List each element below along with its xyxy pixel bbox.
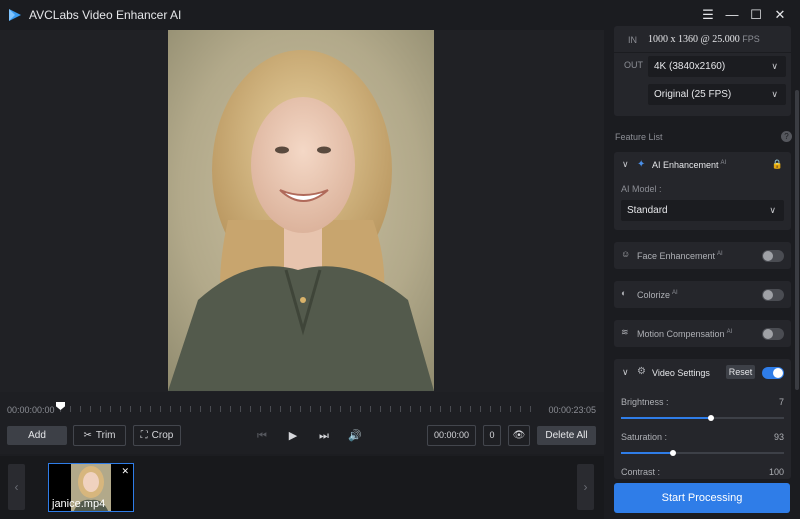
face-enhancement-label: Face Enhancement AI [637, 251, 723, 261]
motion-compensation-toggle[interactable] [762, 328, 784, 340]
ai-enhancement-label: AI Enhancement AI [652, 160, 727, 170]
volume-icon[interactable]: 🔊 [348, 429, 362, 443]
feature-list-label: Feature List [615, 132, 663, 142]
add-button[interactable]: Add [7, 426, 67, 445]
saturation-slider[interactable] [621, 450, 784, 456]
sparkle-icon: ✦ [637, 159, 646, 170]
clip-name: janice.mp4 [52, 498, 106, 510]
frame-counter[interactable]: 0 [483, 425, 501, 446]
collapse-icon[interactable]: ∨ [622, 367, 629, 378]
clip-thumbnail[interactable]: janice.mp4 ✕ [48, 463, 134, 512]
clip-strip: ‹ janice.mp4 ✕ › [0, 456, 604, 519]
app-title: AVCLabs Video Enhancer AI [29, 8, 182, 22]
trim-label: Trim [95, 430, 116, 441]
face-icon: ☺ [621, 249, 631, 259]
brightness-label: Brightness : [621, 397, 669, 407]
video-preview [0, 30, 604, 392]
timeline-ticks [60, 406, 540, 412]
maximize-icon[interactable]: ☐ [748, 7, 764, 23]
play-icon[interactable]: ▶ [286, 429, 300, 443]
colorize-card: ◐ Colorize AI [614, 281, 791, 308]
ai-model-label: AI Model : [621, 184, 662, 194]
scissors-icon: ✂ [83, 430, 92, 441]
saturation-slider-handle[interactable] [670, 450, 677, 456]
face-enhancement-card: ☺ Face Enhancement AI [614, 242, 791, 269]
saturation-label: Saturation : [621, 432, 668, 442]
clips-next-icon[interactable]: › [577, 464, 594, 510]
crop-icon: ⛶ [140, 430, 148, 441]
remove-clip-icon[interactable]: ✕ [121, 466, 129, 477]
input-resolution: 1000 x 1360 @ 25.000 FPS [648, 34, 760, 45]
minimize-icon[interactable]: — [724, 7, 740, 23]
clips-prev-icon[interactable]: ‹ [8, 464, 25, 510]
preview-frame [168, 30, 434, 391]
settings-panel: IN 1000 x 1360 @ 25.000 FPS OUT 4K (3840… [604, 26, 800, 519]
collapse-icon[interactable]: ∨ [622, 159, 629, 170]
lock-icon: 🔒 [771, 159, 783, 169]
app-logo-icon [9, 9, 21, 21]
motion-compensation-card: ≋ Motion Compensation AI [614, 320, 791, 347]
menu-icon[interactable]: ☰ [700, 7, 716, 23]
palette-icon: ◐ [621, 288, 627, 298]
colorize-label: Colorize AI [637, 290, 678, 300]
crop-button[interactable]: ⛶ Crop [133, 425, 181, 446]
contrast-label: Contrast : [621, 467, 661, 477]
skip-forward-icon[interactable]: ⏭ [317, 429, 331, 443]
video-settings-card: ∨ ⚙ Video Settings Reset Brightness : 7 … [614, 359, 791, 479]
colorize-toggle[interactable] [762, 289, 784, 301]
saturation-value: 93 [773, 432, 784, 442]
current-time: 00:00:00:00 [7, 405, 55, 415]
gear-icon: ⚙ [637, 366, 646, 377]
total-time: 00:00:23:05 [548, 405, 596, 415]
timeline[interactable]: 00:00:00:00 00:00:23:05 [0, 392, 604, 420]
motion-icon: ≋ [621, 327, 629, 337]
motion-compensation-label: Motion Compensation AI [637, 329, 733, 339]
time-input[interactable]: 00:00:00 [427, 425, 476, 446]
panel-scrollbar[interactable] [795, 90, 799, 390]
video-settings-label: Video Settings [652, 368, 710, 378]
brightness-slider-handle[interactable] [707, 415, 714, 421]
frame-rate-select[interactable]: Original (25 FPS) ∨ [648, 84, 786, 105]
input-tag: IN [628, 35, 637, 45]
skip-back-icon[interactable]: ⏮ [255, 429, 269, 443]
chevron-down-icon: ∨ [771, 89, 778, 99]
face-enhancement-toggle[interactable] [762, 250, 784, 262]
brightness-value: 7 [778, 397, 784, 407]
close-icon[interactable]: ✕ [772, 7, 788, 23]
io-card: IN 1000 x 1360 @ 25.000 FPS OUT 4K (3840… [614, 26, 791, 116]
trim-button[interactable]: ✂ Trim [73, 425, 126, 446]
contrast-value: 100 [768, 467, 784, 477]
chevron-down-icon: ∨ [771, 61, 778, 71]
crop-label: Crop [151, 430, 174, 441]
reset-button[interactable]: Reset [726, 365, 755, 379]
output-resolution-select[interactable]: 4K (3840x2160) ∨ [648, 56, 786, 77]
chevron-down-icon: ∨ [769, 205, 776, 215]
ai-model-select[interactable]: Standard ∨ [621, 200, 784, 221]
delete-all-button[interactable]: Delete All [537, 426, 596, 445]
playback-controls: Add ✂ Trim ⛶ Crop ⏮ ▶ ⏭ 🔊 00:00:00 0 👁 D… [0, 420, 604, 454]
video-settings-toggle[interactable] [762, 367, 784, 379]
output-tag: OUT [624, 60, 643, 70]
help-icon[interactable]: ? [781, 131, 792, 142]
ai-enhancement-card: ∨ ✦ AI Enhancement AI 🔒 AI Model : Standa… [614, 152, 791, 230]
brightness-slider[interactable] [621, 415, 784, 421]
start-processing-button[interactable]: Start Processing [614, 483, 790, 513]
eye-icon[interactable]: 👁 [508, 425, 530, 446]
